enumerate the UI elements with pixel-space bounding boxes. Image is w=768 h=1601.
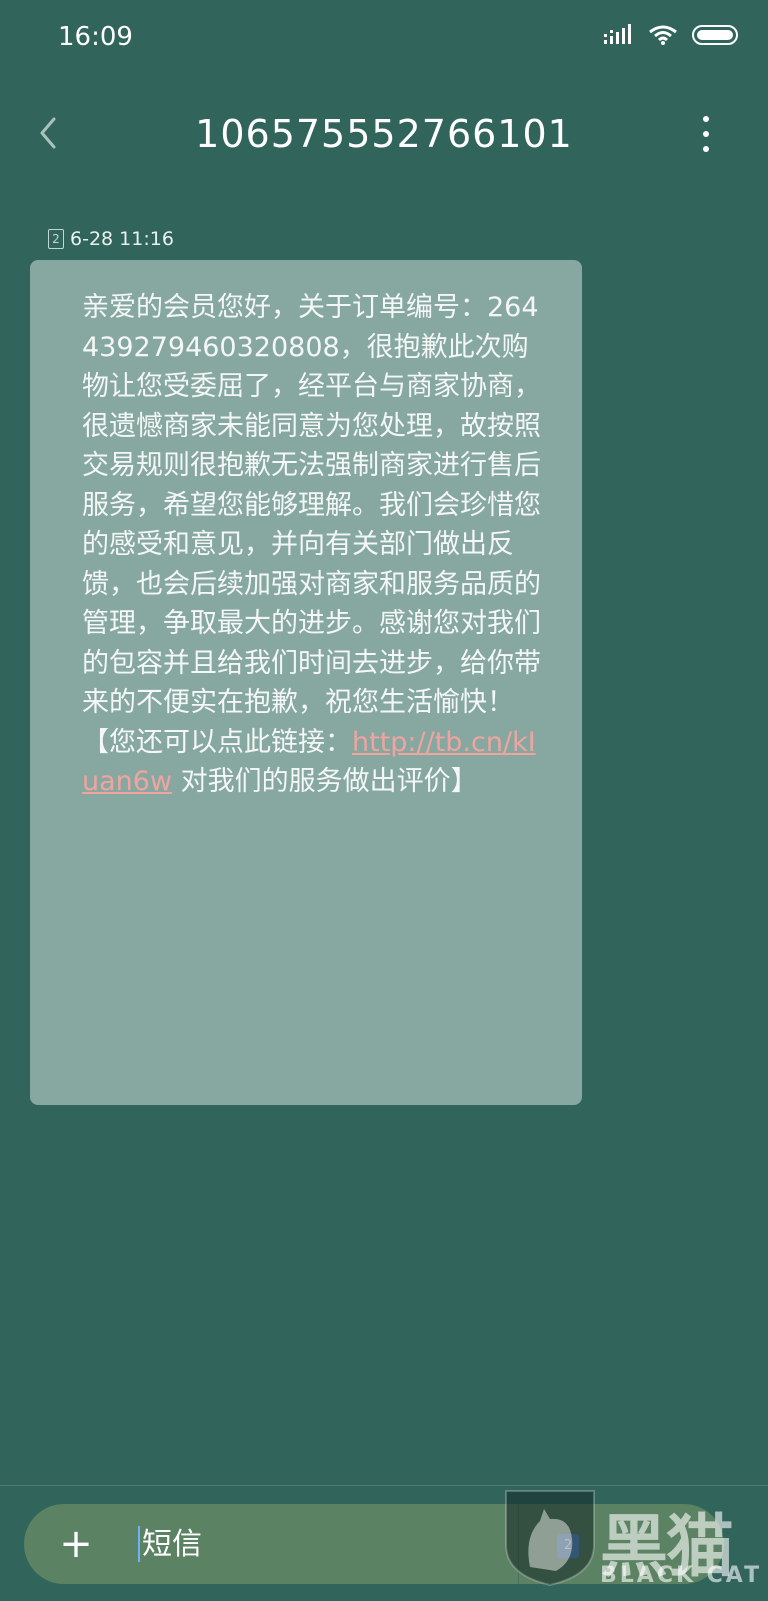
battery-icon: [692, 24, 740, 50]
watermark: 黑猫 BLACK CAT: [500, 1487, 768, 1600]
black-cat-logo-icon: [505, 1490, 595, 1587]
status-bar: 16:09: [0, 0, 768, 80]
conversation-title: 10657555276​6101: [195, 112, 573, 156]
watermark-en-text: BLACK CAT: [600, 1563, 763, 1588]
message-text-after-link: 对我们的服务做出评价】: [172, 766, 478, 797]
more-vertical-icon-dot: [703, 116, 709, 122]
more-vertical-icon-dot: [703, 131, 709, 137]
text-caret: [138, 1526, 140, 1562]
message-text-before-link: 亲爱的会员您好，关于订单编号：264439279460320808，很抱歉此次购…: [82, 292, 541, 758]
status-time: 16:09: [58, 22, 133, 52]
message-meta: 2 6-28 11:16: [48, 228, 174, 250]
more-options-button[interactable]: [694, 112, 718, 156]
more-vertical-icon-dot: [703, 146, 709, 152]
message-body: 亲爱的会员您好，关于订单编号：264439279460320808，很抱歉此次购…: [82, 288, 542, 802]
status-icons: [604, 24, 740, 50]
message-bubble[interactable]: 亲爱的会员您好，关于订单编号：264439279460320808，很抱歉此次购…: [30, 260, 582, 1105]
conversation-header: 10657555276​6101: [0, 90, 768, 180]
wifi-icon: [648, 24, 678, 50]
message-timestamp: 6-28 11:16: [70, 228, 174, 250]
sim-card-icon: 2: [48, 229, 64, 249]
message-input[interactable]: [142, 1520, 462, 1568]
signal-icon: [604, 24, 634, 50]
add-attachment-button[interactable]: +: [54, 1520, 98, 1568]
